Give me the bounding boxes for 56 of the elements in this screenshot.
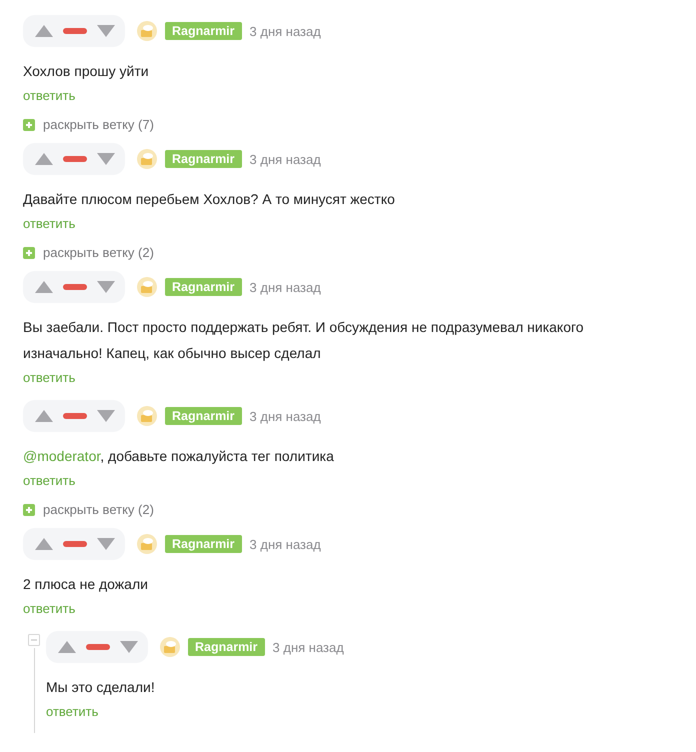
expand-thread-link[interactable]: раскрыть ветку (2) — [23, 502, 663, 517]
comment-text: Вы заебали. Пост просто поддержать ребят. И обсуждения не подразумевал никакого изначально! Капец, как обычно высер сделал — [23, 318, 585, 363]
author-badge[interactable]: Ragnarmir — [165, 22, 242, 40]
rating-bar-icon — [63, 541, 87, 547]
reply-link[interactable]: ответить — [23, 473, 76, 488]
rating-bar-icon — [63, 156, 87, 162]
comment-time: 3 дня назад — [250, 408, 321, 424]
avatar-icon[interactable] — [137, 534, 157, 554]
comment-time: 3 дня назад — [250, 536, 321, 552]
avatar-icon[interactable] — [137, 21, 157, 41]
comment-time: 3 дня назад — [250, 24, 321, 38]
downvote-icon[interactable] — [120, 640, 138, 654]
downvote-icon[interactable] — [97, 409, 115, 423]
upvote-icon[interactable] — [35, 409, 53, 423]
plus-icon — [23, 246, 35, 258]
comment-text: Мы это сделали! — [46, 678, 155, 697]
author-badge[interactable]: Ragnarmir — [165, 150, 242, 168]
downvote-icon[interactable] — [97, 280, 115, 294]
upvote-icon[interactable] — [35, 537, 53, 551]
upvote-icon[interactable] — [58, 640, 76, 654]
plus-icon — [23, 118, 35, 130]
reply-link[interactable]: ответить — [23, 370, 76, 385]
rating-bar-icon — [63, 413, 87, 419]
rating-bar-icon — [63, 284, 87, 290]
comment-time: 3 дня назад — [272, 640, 344, 654]
downvote-icon[interactable] — [97, 537, 115, 551]
plus-icon — [23, 504, 35, 516]
comment-time: 3 дня назад — [250, 152, 321, 166]
author-badge[interactable]: Ragnarmir — [188, 638, 265, 656]
upvote-icon[interactable] — [35, 280, 53, 294]
reply-link[interactable]: ответить — [23, 601, 76, 616]
upvote-icon[interactable] — [35, 152, 53, 166]
mention-link[interactable]: @moderator — [23, 448, 100, 464]
reply-link[interactable]: ответить — [23, 216, 76, 231]
author-badge[interactable]: Ragnarmir — [165, 535, 242, 553]
rating-bar-icon — [63, 28, 87, 34]
collapse-icon[interactable] — [28, 634, 40, 646]
reply-link[interactable]: ответить — [23, 88, 76, 103]
avatar-icon[interactable] — [137, 406, 157, 426]
expand-thread-link[interactable]: раскрыть ветку (2) — [23, 245, 663, 260]
downvote-icon[interactable] — [97, 152, 115, 166]
upvote-icon[interactable] — [35, 24, 53, 38]
expand-thread-link[interactable]: раскрыть ветку (7) — [23, 117, 663, 132]
downvote-icon[interactable] — [97, 24, 115, 38]
author-badge[interactable]: Ragnarmir — [165, 407, 242, 425]
comment-text: Хохлов прошу уйти — [23, 62, 149, 81]
comment-text: @moderator, добавьте пожалуйста тег политика — [23, 447, 334, 466]
comment-time: 3 дня назад — [250, 280, 321, 294]
comment-text: 2 плюса не дожали — [23, 575, 148, 594]
reply-link[interactable]: ответить — [46, 704, 98, 719]
avatar-icon[interactable] — [137, 149, 157, 169]
avatar-icon[interactable] — [137, 277, 157, 297]
author-badge[interactable]: Ragnarmir — [165, 278, 242, 296]
comment-text: Давайте плюсом перебьем Хохлов? А то минусят жестко — [23, 190, 395, 209]
avatar-icon[interactable] — [160, 637, 180, 657]
rating-bar-icon — [86, 644, 110, 650]
